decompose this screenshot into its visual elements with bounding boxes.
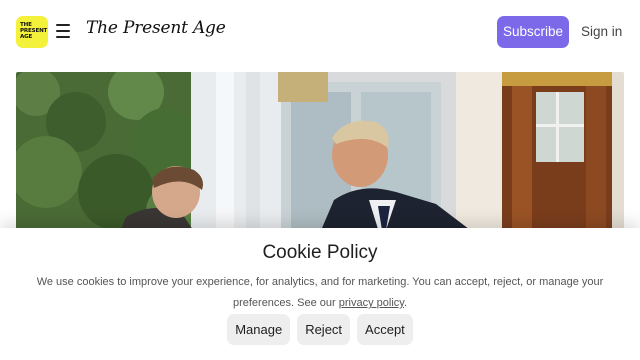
- cookie-text-main: We use cookies to improve your experienc…: [36, 276, 604, 309]
- publication-logo-icon[interactable]: THE PRESENT AGE: [16, 16, 48, 48]
- accept-cookies-button[interactable]: Accept: [357, 314, 413, 345]
- cookie-banner-description: We use cookies to improve your experienc…: [30, 272, 610, 314]
- reject-cookies-button[interactable]: Reject: [297, 314, 351, 345]
- sign-in-link[interactable]: Sign in: [581, 16, 622, 48]
- cookie-consent-banner: Cookie Policy We use cookies to improve …: [0, 228, 640, 360]
- site-header: THE PRESENT AGE The Present Age Subscrib…: [0, 0, 640, 64]
- cookie-banner-title: Cookie Policy: [262, 242, 378, 263]
- privacy-policy-link[interactable]: privacy policy: [339, 297, 404, 309]
- hamburger-menu-icon[interactable]: [56, 24, 70, 38]
- subscribe-button[interactable]: Subscribe: [497, 16, 569, 48]
- logo-text: THE PRESENT AGE: [20, 22, 48, 40]
- hero-photo: [16, 72, 624, 242]
- cookie-actions: Manage Reject Accept: [0, 314, 640, 345]
- manage-cookies-button[interactable]: Manage: [227, 314, 291, 345]
- cookie-text-end: .: [403, 297, 408, 309]
- publication-title[interactable]: The Present Age: [86, 18, 226, 38]
